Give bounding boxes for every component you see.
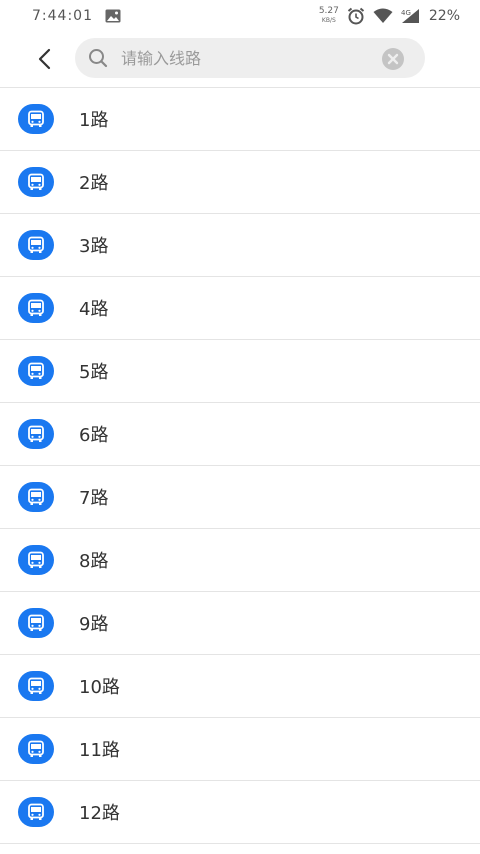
- bus-icon: [18, 293, 54, 323]
- route-label: 3路: [79, 236, 109, 257]
- status-right: 5.27 KB/S 4G 22%: [319, 7, 460, 25]
- route-item-11[interactable]: 11路: [0, 718, 480, 781]
- route-item-5[interactable]: 5路: [0, 340, 480, 403]
- alarm-clock-icon: [347, 7, 365, 25]
- cellular-signal-icon: 4G: [401, 8, 421, 24]
- network-speed-value: 5.27: [318, 6, 339, 16]
- route-label: 8路: [79, 551, 109, 572]
- bus-icon: [18, 545, 54, 575]
- clear-icon: [382, 48, 404, 70]
- route-item-3[interactable]: 3路: [0, 214, 480, 277]
- network-speed: 5.27 KB/S: [319, 7, 339, 25]
- search-input[interactable]: [121, 48, 371, 68]
- bus-icon: [18, 608, 54, 638]
- status-time: 7:44:01: [32, 8, 93, 24]
- wifi-icon: [373, 8, 393, 24]
- route-label: 5路: [79, 362, 109, 383]
- route-label: 1路: [79, 110, 109, 131]
- route-item-9[interactable]: 9路: [0, 592, 480, 655]
- bus-icon: [18, 419, 54, 449]
- battery-percentage: 22%: [428, 8, 460, 24]
- status-bar: 7:44:01 5.27 KB/S 4G 22%: [0, 0, 480, 32]
- route-label: 2路: [79, 173, 109, 194]
- route-label: 12路: [79, 803, 120, 824]
- route-item-4[interactable]: 4路: [0, 277, 480, 340]
- search-icon: [87, 47, 109, 69]
- route-item-1[interactable]: 1路: [0, 88, 480, 151]
- route-label: 6路: [79, 425, 109, 446]
- network-speed-unit: KB/S: [321, 17, 336, 24]
- bus-icon: [18, 356, 54, 386]
- bus-icon: [18, 230, 54, 260]
- network-type-label: 4G: [401, 9, 411, 17]
- back-arrow-icon: [38, 48, 51, 70]
- bus-icon: [18, 167, 54, 197]
- gallery-notification-icon: [105, 9, 121, 23]
- route-label: 10路: [79, 677, 120, 698]
- search-box[interactable]: [75, 38, 425, 78]
- route-item-6[interactable]: 6路: [0, 403, 480, 466]
- route-label: 11路: [79, 740, 120, 761]
- route-item-2[interactable]: 2路: [0, 151, 480, 214]
- clear-search-button[interactable]: [381, 47, 405, 71]
- route-label: 7路: [79, 488, 109, 509]
- route-item-12[interactable]: 12路: [0, 781, 480, 844]
- bus-icon: [18, 671, 54, 701]
- bus-icon: [18, 734, 54, 764]
- route-list: 1路 2路 3路 4路 5路 6路 7路 8路 9路 10路 11路 12路: [0, 87, 480, 844]
- route-item-10[interactable]: 10路: [0, 655, 480, 718]
- bus-icon: [18, 482, 54, 512]
- status-left: 7:44:01: [32, 8, 121, 24]
- back-button[interactable]: [23, 37, 67, 81]
- route-item-7[interactable]: 7路: [0, 466, 480, 529]
- route-label: 4路: [79, 299, 109, 320]
- bus-icon: [18, 797, 54, 827]
- bus-icon: [18, 104, 54, 134]
- route-item-8[interactable]: 8路: [0, 529, 480, 592]
- route-label: 9路: [79, 614, 109, 635]
- header: [0, 32, 480, 86]
